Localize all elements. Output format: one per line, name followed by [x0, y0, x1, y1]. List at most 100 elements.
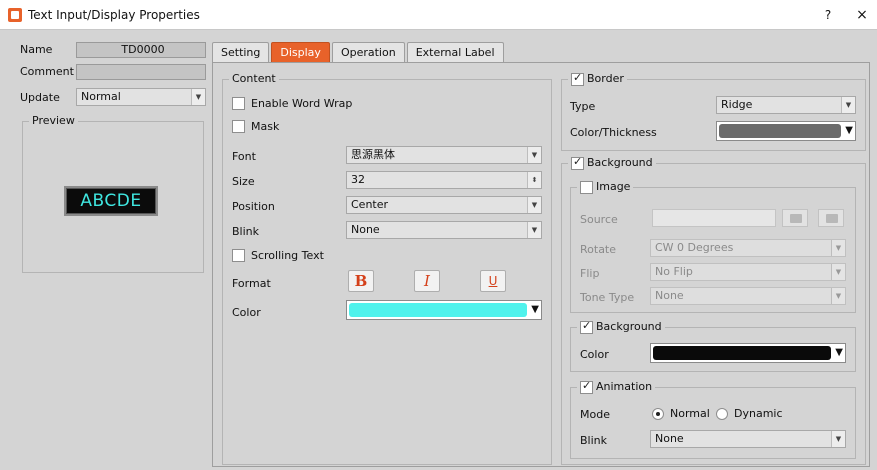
position-select[interactable]: Center ▼ [346, 196, 542, 214]
mode-normal-option[interactable]: Normal [652, 407, 710, 420]
mask-label: Mask [251, 120, 280, 133]
image-title: Image [577, 180, 634, 194]
chevron-down-icon: ▼ [831, 431, 845, 447]
chevron-down-icon: ▼ [527, 222, 541, 238]
tab-display[interactable]: Display [271, 42, 330, 63]
border-type-value: Ridge [721, 98, 753, 111]
size-spinner[interactable]: 32 ⬍ [346, 171, 542, 189]
image-icon [790, 214, 802, 223]
preview-display: ABCDE [64, 186, 158, 216]
bg-color-picker[interactable]: ▼ [650, 343, 846, 363]
blink-select[interactable]: None ▼ [346, 221, 542, 239]
dropdown-arrow-icon: ▼ [845, 125, 853, 136]
format-label: Format [232, 277, 271, 290]
help-button[interactable]: ? [818, 5, 838, 25]
mask-checkbox[interactable] [232, 120, 245, 133]
tone-type-select[interactable]: None ▼ [650, 287, 846, 305]
bg-color-title-label: Background [596, 320, 662, 333]
image-library-button[interactable] [782, 209, 808, 227]
anim-blink-label: Blink [580, 434, 608, 447]
font-select[interactable]: 思源黑体 ▼ [346, 146, 542, 164]
chevron-down-icon: ▼ [831, 240, 845, 256]
mode-label: Mode [580, 408, 610, 421]
bg-color-title: Background [577, 319, 665, 334]
border-title-label: Border [587, 72, 624, 85]
blink-label: Blink [232, 225, 260, 238]
folder-icon [826, 214, 838, 223]
animation-title: Animation [577, 379, 656, 394]
word-wrap-label: Enable Word Wrap [251, 97, 353, 110]
scrolling-label: Scrolling Text [251, 249, 324, 262]
text-color-swatch [349, 303, 527, 317]
name-field[interactable]: TD0000 [76, 42, 206, 58]
anim-blink-select[interactable]: None ▼ [650, 430, 846, 448]
browse-folder-button[interactable] [818, 209, 844, 227]
border-color-swatch [719, 124, 841, 138]
bold-button[interactable]: B [348, 270, 374, 292]
rotate-label: Rotate [580, 243, 617, 256]
position-value: Center [351, 198, 389, 211]
font-label: Font [232, 150, 256, 163]
chevron-down-icon: ▼ [527, 197, 541, 213]
anim-blink-value: None [655, 432, 684, 445]
background-title: Background [568, 155, 656, 170]
border-checkbox[interactable] [571, 71, 584, 86]
rotate-select[interactable]: CW 0 Degrees ▼ [650, 239, 846, 257]
tone-type-value: None [655, 289, 684, 302]
border-type-label: Type [570, 100, 596, 113]
text-color-picker[interactable]: ▼ [346, 300, 542, 320]
background-checkbox[interactable] [571, 155, 584, 170]
window-title: Text Input/Display Properties [28, 8, 200, 22]
scrolling-checkbox[interactable] [232, 249, 245, 262]
mode-dynamic-option[interactable]: Dynamic [716, 407, 783, 420]
update-value: Normal [81, 90, 121, 103]
mode-dynamic-label: Dynamic [734, 407, 783, 420]
title-bar: Text Input/Display Properties ? × [0, 0, 877, 30]
mask-option[interactable]: Mask [232, 120, 279, 133]
flip-select[interactable]: No Flip ▼ [650, 263, 846, 281]
image-title-label: Image [596, 180, 631, 193]
content-title: Content [229, 72, 279, 86]
bg-color-swatch [653, 346, 831, 360]
animation-group: Animation [570, 379, 856, 459]
dropdown-arrow-icon: ▼ [531, 304, 539, 315]
mode-normal-radio[interactable] [652, 407, 664, 420]
comment-label: Comment [20, 65, 74, 78]
border-color-picker[interactable]: ▼ [716, 121, 856, 141]
tab-bar: Setting Display Operation External Label [212, 42, 504, 63]
name-label: Name [20, 43, 53, 56]
bg-color-checkbox[interactable] [580, 319, 593, 334]
animation-checkbox[interactable] [580, 379, 593, 394]
border-type-select[interactable]: Ridge ▼ [716, 96, 856, 114]
word-wrap-checkbox[interactable] [232, 97, 245, 110]
chevron-down-icon: ▼ [841, 97, 855, 113]
spinner-icon[interactable]: ⬍ [527, 172, 541, 188]
comment-field[interactable] [76, 64, 206, 80]
dropdown-arrow-icon: ▼ [835, 347, 843, 358]
mode-dynamic-radio[interactable] [716, 407, 728, 420]
source-field[interactable] [652, 209, 776, 227]
size-label: Size [232, 175, 255, 188]
animation-title-label: Animation [596, 380, 653, 393]
tab-operation[interactable]: Operation [331, 42, 405, 63]
border-color-label: Color/Thickness [570, 126, 657, 139]
chevron-down-icon: ▼ [831, 288, 845, 304]
tab-external-label[interactable]: External Label [406, 42, 504, 63]
image-checkbox[interactable] [580, 180, 593, 194]
bg-color-label: Color [580, 348, 609, 361]
source-label: Source [580, 213, 618, 226]
font-value: 思源黑体 [351, 148, 395, 161]
chevron-down-icon: ▼ [831, 264, 845, 280]
underline-button[interactable]: U [480, 270, 506, 292]
italic-button[interactable]: I [414, 270, 440, 292]
scrolling-option[interactable]: Scrolling Text [232, 249, 324, 262]
flip-label: Flip [580, 267, 600, 280]
close-button[interactable]: × [852, 5, 872, 25]
preview-label: Preview [29, 114, 78, 128]
chevron-down-icon: ▼ [527, 147, 541, 163]
rotate-value: CW 0 Degrees [655, 241, 734, 254]
update-select[interactable]: Normal ▼ [76, 88, 206, 106]
tab-setting[interactable]: Setting [212, 42, 270, 63]
background-title-label: Background [587, 156, 653, 169]
word-wrap-option[interactable]: Enable Word Wrap [232, 97, 352, 110]
